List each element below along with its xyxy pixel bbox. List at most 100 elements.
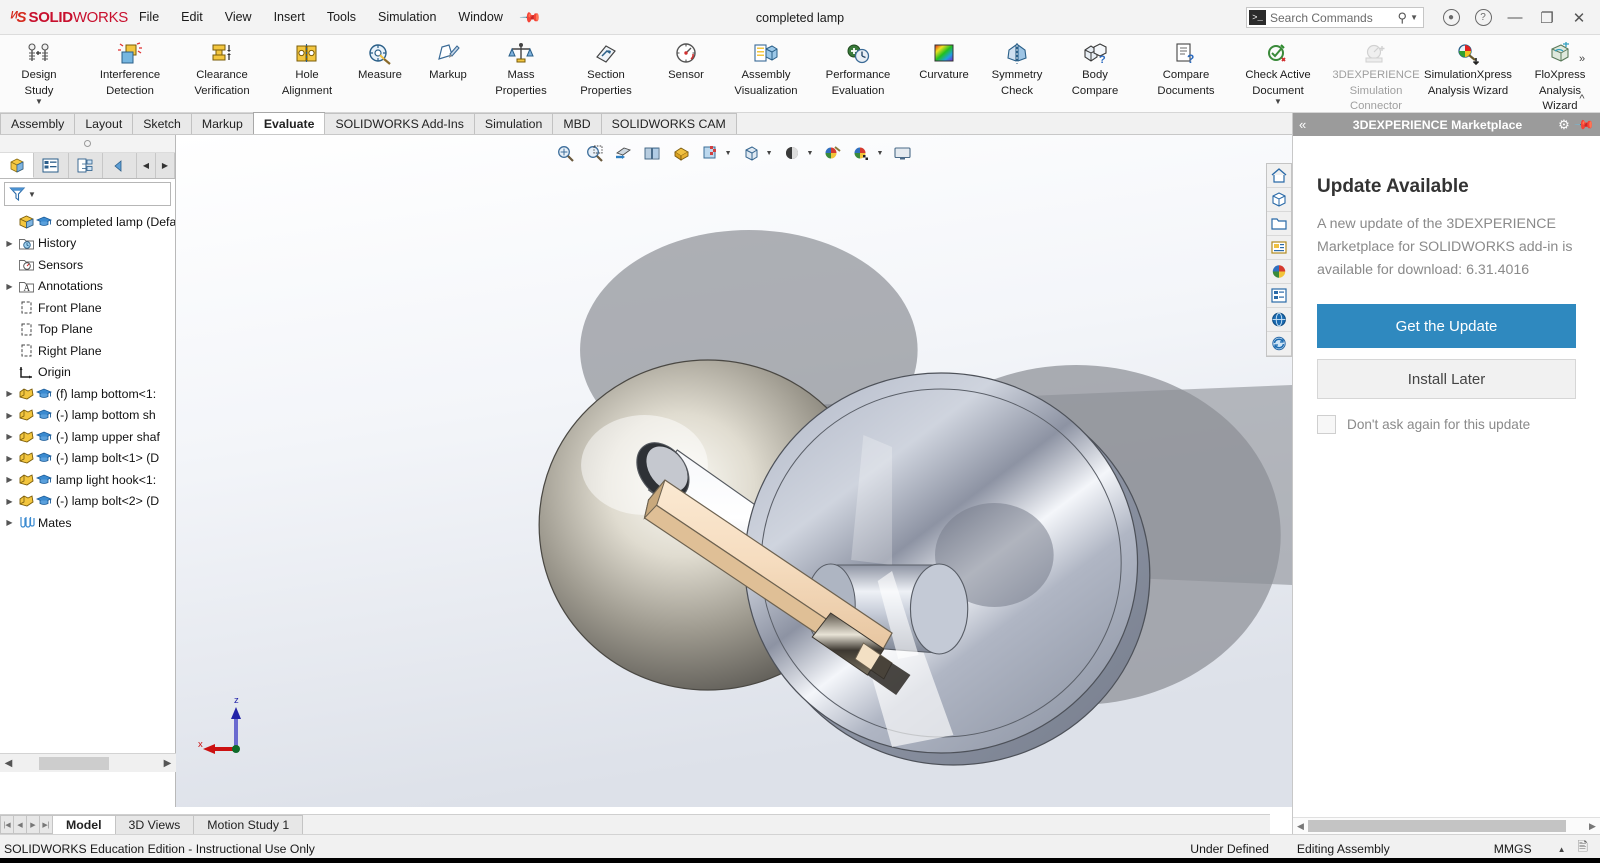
pin-icon[interactable]: 📌: [1571, 112, 1596, 137]
cad-model-render[interactable]: [176, 135, 1292, 807]
section-properties-button[interactable]: Section Properties: [560, 35, 652, 97]
sensor-button[interactable]: Sensor: [652, 35, 720, 93]
fm-prev-arrow[interactable]: ◀: [137, 153, 156, 178]
zoom-to-area-icon[interactable]: [583, 142, 606, 165]
tab-mbd[interactable]: MBD: [552, 113, 602, 134]
expand-chevron-icon[interactable]: ▶: [3, 497, 16, 506]
tree-item-lamp-upper-shaf[interactable]: ▶ (-) lamp upper shaf: [3, 426, 175, 448]
hscroll-right-arrow[interactable]: ▶: [159, 758, 176, 769]
tree-item-lamp-bottom-sh[interactable]: ▶ (-) lamp bottom sh: [3, 405, 175, 427]
task-pane-hscrollbar[interactable]: ◀ ▶: [1293, 817, 1600, 834]
box-icon[interactable]: [1267, 188, 1291, 212]
tree-item-mates[interactable]: ▶ Mates: [3, 512, 175, 534]
dont-ask-again-checkbox[interactable]: [1317, 415, 1336, 434]
feature-tree[interactable]: completed lamp (Defau ▶ History Sensors ▶ A An…: [0, 208, 175, 534]
tree-item-origin[interactable]: Origin: [3, 362, 175, 384]
body-compare-button[interactable]: ? Body Compare: [1056, 35, 1134, 97]
interference-detection-button[interactable]: Interference Detection: [84, 35, 176, 97]
section-view-icon[interactable]: [612, 142, 635, 165]
search-input[interactable]: Search Commands: [1270, 11, 1398, 25]
expand-chevron-icon[interactable]: ▶: [3, 432, 16, 441]
search-commands-box[interactable]: >_ Search Commands ⚲ ▼: [1246, 7, 1424, 28]
tree-item-annotations[interactable]: ▶ A Annotations: [3, 276, 175, 298]
hole-alignment-button[interactable]: Hole Alignment: [268, 35, 346, 97]
graphics-viewport[interactable]: ◂| |▸ — ❐ ✕ ▼: [176, 135, 1292, 807]
assembly-visualization-button[interactable]: Assembly Visualization: [720, 35, 812, 97]
tab-sketch[interactable]: Sketch: [132, 113, 192, 134]
task-pane-hscroll-thumb[interactable]: [1308, 820, 1566, 832]
tab-simulation[interactable]: Simulation: [473, 113, 554, 134]
clearance-verification-button[interactable]: Clearance Verification: [176, 35, 268, 97]
hide-show-items-icon[interactable]: [699, 142, 722, 165]
tree-item-completed-lamp-defau[interactable]: completed lamp (Defau: [3, 211, 175, 233]
mass-properties-button[interactable]: Mass Properties: [482, 35, 560, 97]
tree-item-top-plane[interactable]: Top Plane: [3, 319, 175, 341]
appearances-icon[interactable]: [1267, 260, 1291, 284]
tab-markup[interactable]: Markup: [190, 113, 254, 134]
tab-evaluate[interactable]: Evaluate: [252, 112, 326, 134]
minimize-button[interactable]: —: [1500, 4, 1530, 31]
menu-window[interactable]: Window: [447, 5, 513, 29]
feature-tree-tab[interactable]: [0, 153, 35, 178]
zoom-to-fit-icon[interactable]: [554, 142, 577, 165]
search-icon[interactable]: ⚲: [1398, 10, 1411, 26]
task-pane-hscroll-track[interactable]: [1308, 820, 1585, 832]
view-orientation-icon[interactable]: [641, 142, 664, 165]
markup-button[interactable]: Markup: [414, 35, 482, 93]
tree-item-front-plane[interactable]: Front Plane: [3, 297, 175, 319]
menu-simulation[interactable]: Simulation: [367, 5, 447, 29]
restore-button[interactable]: ❐: [1532, 4, 1562, 31]
tab-nav-2[interactable]: ▶: [26, 815, 40, 834]
hscroll-left-arrow[interactable]: ◀: [0, 758, 17, 769]
menu-bar[interactable]: File Edit View Insert Tools Simulation W…: [128, 0, 543, 35]
compare-documents-button[interactable]: ? Compare Documents: [1140, 35, 1232, 97]
tab-nav-0[interactable]: |◀: [0, 815, 14, 834]
expand-chevron-icon[interactable]: ▶: [3, 475, 16, 484]
symmetry-check-button[interactable]: Symmetry Check: [978, 35, 1056, 97]
gear-icon[interactable]: ⚙: [1554, 117, 1574, 133]
configuration-manager-tab[interactable]: [68, 153, 103, 178]
chevron-down-icon[interactable]: ▼: [1274, 98, 1282, 106]
expand-chevron-icon[interactable]: ▶: [3, 282, 16, 291]
install-later-button[interactable]: Install Later: [1317, 359, 1576, 399]
view-settings-icon[interactable]: [821, 142, 844, 165]
expand-chevron-icon[interactable]: ▶: [3, 518, 16, 527]
apply-scene-icon[interactable]: [781, 142, 804, 165]
property-manager-tab[interactable]: [34, 153, 69, 178]
chevron-down-icon[interactable]: ▼: [725, 150, 732, 157]
help-icon[interactable]: ?: [1468, 4, 1498, 31]
task-pane-collapse-icon[interactable]: «: [1299, 117, 1321, 132]
tree-filter-input[interactable]: ▼: [4, 182, 171, 206]
menu-file[interactable]: File: [128, 5, 170, 29]
custom-properties-icon[interactable]: [1267, 284, 1291, 308]
tab-layout[interactable]: Layout: [74, 113, 134, 134]
tree-item-history[interactable]: ▶ History: [3, 233, 175, 255]
tab-nav-3[interactable]: ▶|: [39, 815, 53, 834]
tab-solidworks-cam[interactable]: SOLIDWORKS CAM: [600, 113, 737, 134]
3dexperience-icon[interactable]: [1267, 308, 1291, 332]
menu-pin-icon[interactable]: 📌: [518, 5, 543, 29]
edit-appearance-icon[interactable]: [740, 142, 763, 165]
fm-next-arrow[interactable]: ▶: [156, 153, 175, 178]
chevron-down-icon[interactable]: ▼: [807, 150, 814, 157]
home-icon[interactable]: [1267, 164, 1291, 188]
sync-icon[interactable]: [1267, 332, 1291, 356]
tree-item-lamp-light-hook-1[interactable]: ▶ lamp light hook<1:: [3, 469, 175, 491]
apply-scene-2-icon[interactable]: [850, 142, 873, 165]
menu-edit[interactable]: Edit: [170, 5, 214, 29]
design-study-button[interactable]: Design Study ▼: [0, 35, 78, 106]
doc-tab-model[interactable]: Model: [52, 815, 116, 834]
panel-grip[interactable]: [0, 135, 175, 153]
task-pane-hscroll-right[interactable]: ▶: [1585, 821, 1600, 832]
tree-item-sensors[interactable]: Sensors: [3, 254, 175, 276]
task-pane-hscroll-left[interactable]: ◀: [1293, 821, 1308, 832]
chevron-down-icon[interactable]: ▼: [876, 150, 883, 157]
chevron-down-icon[interactable]: ▼: [766, 150, 773, 157]
expand-chevron-icon[interactable]: ▶: [3, 454, 16, 463]
close-button[interactable]: ✕: [1564, 4, 1594, 31]
tab-nav-1[interactable]: ◀: [13, 815, 27, 834]
doc-tab-3d-views[interactable]: 3D Views: [114, 815, 195, 834]
check-active-document-button[interactable]: Check Active Document ▼: [1232, 35, 1324, 106]
units-chevron-icon[interactable]: ▲: [1546, 845, 1578, 854]
menu-insert[interactable]: Insert: [263, 5, 316, 29]
